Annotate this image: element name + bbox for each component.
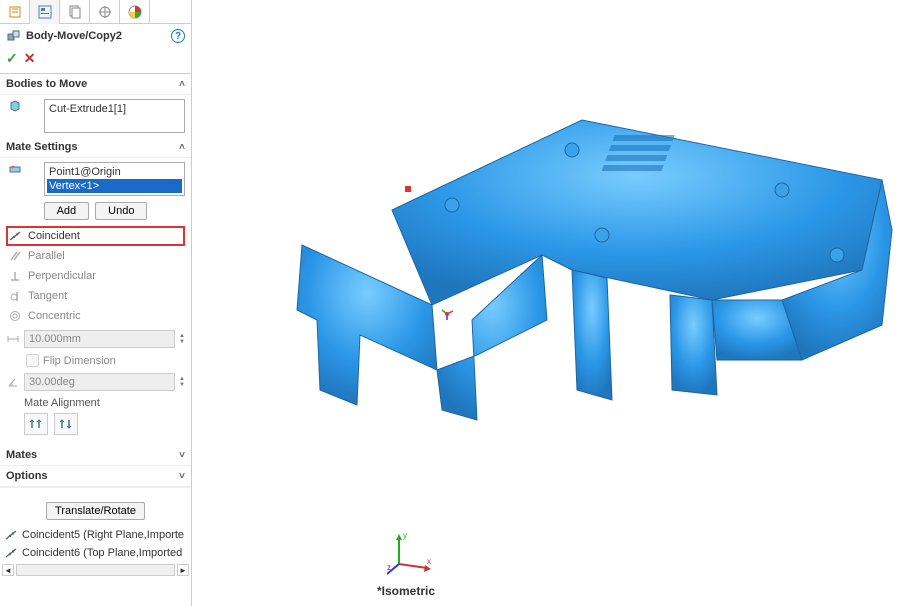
view-label: *Isometric [377, 584, 435, 598]
move-copy-icon [6, 28, 22, 44]
panel-tabs [0, 0, 191, 24]
property-manager-panel: Body-Move/Copy2 ? ✓ ✕ Bodies to Move ˄ C… [0, 0, 192, 606]
tab-feature[interactable] [0, 0, 30, 24]
cancel-button[interactable]: ✕ [24, 50, 36, 67]
scroll-track[interactable] [16, 564, 175, 576]
coincident-option[interactable]: Coincident [6, 226, 185, 246]
tab-dimxpert[interactable] [90, 0, 120, 24]
tangent-label: Tangent [28, 290, 67, 302]
model-preview [242, 60, 902, 440]
distance-spinner[interactable]: ▲▼ [179, 333, 185, 345]
tangent-option[interactable]: Tangent [6, 286, 185, 306]
tangent-icon [8, 289, 22, 303]
bodies-to-move-header[interactable]: Bodies to Move ˄ [0, 74, 191, 95]
scroll-right[interactable]: ► [177, 564, 189, 576]
align-same-button[interactable] [24, 413, 48, 435]
flip-label: Flip Dimension [43, 355, 116, 367]
mate-settings-header[interactable]: Mate Settings ˄ [0, 137, 191, 158]
graphics-viewport[interactable]: y x z *Isometric [192, 0, 915, 606]
coincident-icon [4, 546, 18, 560]
ok-cancel-bar: ✓ ✕ [0, 48, 191, 74]
bodies-to-move-label: Bodies to Move [6, 78, 87, 90]
body-icon [8, 99, 22, 113]
tab-config[interactable] [60, 0, 90, 24]
chevron-up-icon: ˄ [179, 142, 185, 153]
bodies-selection-box[interactable]: Cut-Extrude1[1] [44, 99, 185, 133]
align-opposite-button[interactable] [54, 413, 78, 435]
mate-refs-box[interactable]: Point1@Origin Vertex<1> [44, 162, 185, 196]
parallel-icon [8, 249, 22, 263]
distance-icon [6, 332, 20, 346]
bodies-to-move-body: Cut-Extrude1[1] [0, 95, 191, 137]
mate-settings-label: Mate Settings [6, 141, 78, 153]
chevron-down-icon: ˅ [179, 471, 185, 482]
mate-alignment-label: Mate Alignment [6, 395, 185, 411]
feature-titlebar: Body-Move/Copy2 ? [0, 24, 191, 48]
concentric-label: Concentric [28, 310, 81, 322]
coincident-icon [8, 229, 22, 243]
existing-mate-2[interactable]: Coincident6 (Top Plane,Imported [0, 544, 191, 562]
concentric-icon [8, 309, 22, 323]
parallel-option[interactable]: Parallel [6, 246, 185, 266]
view-triad[interactable]: y x z [387, 528, 435, 576]
distance-input[interactable]: 10.000mm [24, 330, 175, 348]
mate-ref-2[interactable]: Vertex<1> [47, 179, 182, 193]
origin-marker [440, 307, 454, 321]
parallel-label: Parallel [28, 250, 65, 262]
existing-mate-1-label: Coincident5 (Right Plane,Importe [22, 529, 184, 541]
angle-icon [6, 375, 20, 389]
svg-text:z: z [387, 563, 391, 572]
svg-text:y: y [403, 531, 407, 540]
existing-mate-2-label: Coincident6 (Top Plane,Imported [22, 547, 182, 559]
svg-text:x: x [427, 557, 431, 566]
scroll-left[interactable]: ◄ [2, 564, 14, 576]
angle-input[interactable]: 30.00deg [24, 373, 175, 391]
feature-title: Body-Move/Copy2 [26, 30, 167, 42]
mate-settings-body: Point1@Origin Vertex<1> Add Undo Coincid… [0, 158, 191, 445]
perpendicular-icon [8, 269, 22, 283]
perpendicular-label: Perpendicular [28, 270, 96, 282]
distance-row: 10.000mm ▲▼ [6, 330, 185, 348]
selection-marker [405, 186, 411, 192]
concentric-option[interactable]: Concentric [6, 306, 185, 326]
translate-rotate-button[interactable]: Translate/Rotate [46, 502, 145, 520]
mates-header[interactable]: Mates ˅ [0, 445, 191, 466]
options-label: Options [6, 470, 48, 482]
coincident-label: Coincident [28, 230, 80, 242]
mate-ref-1[interactable]: Point1@Origin [47, 165, 182, 179]
h-scrollbar[interactable]: ◄ ► [0, 562, 191, 578]
angle-spinner[interactable]: ▲▼ [179, 376, 185, 388]
tab-property[interactable] [30, 0, 60, 24]
mates-label: Mates [6, 449, 37, 461]
coincident-icon [4, 528, 18, 542]
mate-ref-icon [8, 162, 22, 176]
flip-dimension-row[interactable]: Flip Dimension [6, 352, 185, 369]
ok-button[interactable]: ✓ [6, 50, 18, 67]
existing-mate-1[interactable]: Coincident5 (Right Plane,Importe [0, 526, 191, 544]
tab-appearance[interactable] [120, 0, 150, 24]
chevron-up-icon: ˄ [179, 79, 185, 90]
perpendicular-option[interactable]: Perpendicular [6, 266, 185, 286]
help-icon[interactable]: ? [171, 29, 185, 43]
add-button[interactable]: Add [44, 202, 90, 220]
undo-button[interactable]: Undo [95, 202, 147, 220]
flip-checkbox[interactable] [26, 354, 39, 367]
options-header[interactable]: Options ˅ [0, 466, 191, 487]
chevron-down-icon: ˅ [179, 450, 185, 461]
angle-row: 30.00deg ▲▼ [6, 373, 185, 391]
body-item[interactable]: Cut-Extrude1[1] [47, 102, 182, 116]
